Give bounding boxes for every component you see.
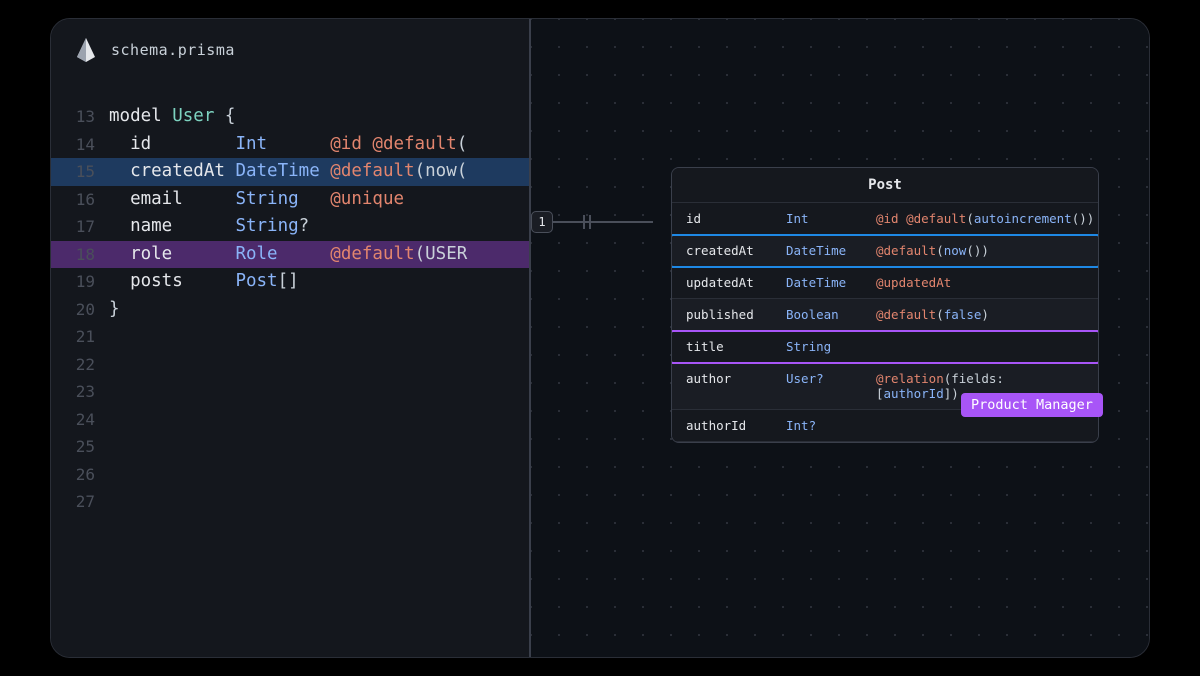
field-attrs: @id @default(autoincrement()): [876, 211, 1094, 226]
field-name: id: [686, 211, 786, 226]
field-name: updatedAt: [686, 275, 786, 290]
line-number: 21: [51, 323, 109, 351]
file-header: schema.prisma: [51, 19, 529, 73]
field-attrs: @updatedAt: [876, 275, 1084, 290]
code-area[interactable]: 13model User {14 id Int @id @default(15 …: [51, 73, 529, 516]
code-line[interactable]: 13model User {: [51, 103, 529, 131]
model-field-row[interactable]: publishedBoolean@default(false): [672, 299, 1098, 331]
code-content: createdAt DateTime @default(now(: [109, 158, 467, 186]
code-line[interactable]: 19 posts Post[]: [51, 268, 529, 296]
code-line[interactable]: 18 role Role @default(USER: [51, 241, 529, 269]
code-content: }: [109, 296, 120, 324]
code-content: email String @unique: [109, 186, 404, 214]
line-number: 25: [51, 433, 109, 461]
field-name: title: [686, 339, 786, 354]
model-field-row[interactable]: updatedAtDateTime@updatedAt: [672, 267, 1098, 299]
code-editor-panel: schema.prisma 13model User {14 id Int @i…: [51, 19, 531, 657]
line-number: 20: [51, 296, 109, 324]
field-type: String: [786, 339, 876, 354]
relation-badge: 1: [531, 211, 553, 233]
field-type: DateTime: [786, 275, 876, 290]
line-number: 22: [51, 351, 109, 379]
line-number: 18: [51, 241, 109, 269]
code-content: role Role @default(USER: [109, 241, 467, 269]
line-number: 17: [51, 213, 109, 241]
code-line[interactable]: 23: [51, 378, 529, 406]
field-name: createdAt: [686, 243, 786, 258]
line-number: 24: [51, 406, 109, 434]
line-number: 14: [51, 131, 109, 159]
prisma-icon: [75, 37, 97, 63]
field-type: Int: [786, 211, 876, 226]
code-line[interactable]: 15 createdAt DateTime @default(now(: [51, 158, 529, 186]
line-number: 13: [51, 103, 109, 131]
code-line[interactable]: 20}: [51, 296, 529, 324]
code-line[interactable]: 16 email String @unique: [51, 186, 529, 214]
field-name: published: [686, 307, 786, 322]
model-field-row[interactable]: titleString: [672, 331, 1098, 363]
code-line[interactable]: 14 id Int @id @default(: [51, 131, 529, 159]
field-attrs: @default(now()): [876, 243, 1084, 258]
code-content: posts Post[]: [109, 268, 299, 296]
app-frame: schema.prisma 13model User {14 id Int @i…: [50, 18, 1150, 658]
line-number: 23: [51, 378, 109, 406]
code-content: model User {: [109, 103, 235, 131]
relation-connector: 1: [531, 211, 653, 233]
field-attrs: @default(false): [876, 307, 1084, 322]
field-attrs: [876, 339, 1084, 354]
code-line[interactable]: 27: [51, 488, 529, 516]
code-content: id Int @id @default(: [109, 131, 467, 159]
relation-line: [553, 221, 653, 223]
code-line[interactable]: 26: [51, 461, 529, 489]
line-number: 26: [51, 461, 109, 489]
field-type: Boolean: [786, 307, 876, 322]
code-line[interactable]: 24: [51, 406, 529, 434]
field-name: authorId: [686, 418, 786, 433]
code-line[interactable]: 25: [51, 433, 529, 461]
field-attrs: [876, 418, 1084, 433]
line-number: 19: [51, 268, 109, 296]
field-type: User?: [786, 371, 876, 401]
line-number: 16: [51, 186, 109, 214]
code-line[interactable]: 17 name String?: [51, 213, 529, 241]
line-number: 15: [51, 158, 109, 186]
line-number: 27: [51, 488, 109, 516]
canvas-panel[interactable]: 1 Post idInt@id @default(autoincrement()…: [531, 19, 1149, 657]
model-card-title: Post: [672, 168, 1098, 203]
field-type: Int?: [786, 418, 876, 433]
collaborator-cursor: Product Manager: [961, 393, 1103, 417]
field-name: author: [686, 371, 786, 401]
field-type: DateTime: [786, 243, 876, 258]
code-content: name String?: [109, 213, 309, 241]
model-field-row[interactable]: idInt@id @default(autoincrement()): [672, 203, 1098, 235]
file-name: schema.prisma: [111, 41, 235, 59]
code-line[interactable]: 22: [51, 351, 529, 379]
code-line[interactable]: 21: [51, 323, 529, 351]
model-field-row[interactable]: createdAtDateTime@default(now()): [672, 235, 1098, 267]
